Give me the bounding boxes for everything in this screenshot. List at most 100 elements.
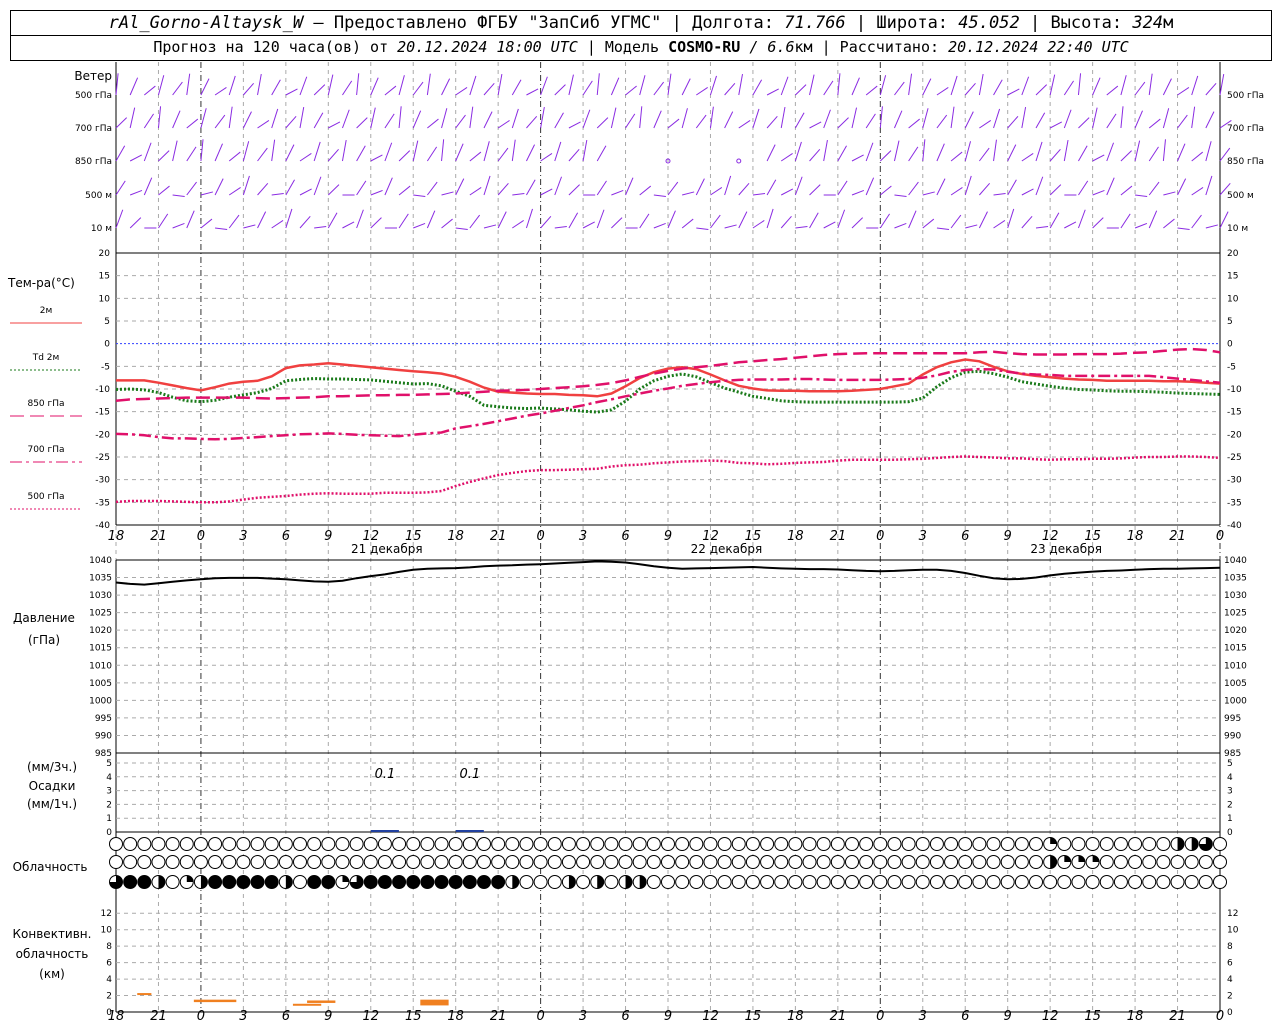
wind-barb bbox=[1148, 146, 1159, 162]
wind-barb bbox=[993, 220, 1006, 229]
wind-barb bbox=[483, 224, 497, 229]
cloud-cover-circle bbox=[377, 837, 392, 851]
wind-barb bbox=[738, 211, 748, 229]
wind-barb bbox=[540, 106, 545, 129]
wind-barb bbox=[441, 218, 453, 229]
cloud-cover-circle bbox=[944, 855, 959, 869]
wind-barb bbox=[257, 73, 262, 96]
time-tick-label-bottom: 3 bbox=[239, 1009, 247, 1024]
cloud-cover-fill bbox=[307, 875, 321, 889]
wind-barb bbox=[809, 184, 821, 196]
wind-barb bbox=[158, 185, 170, 196]
temp-ytick-right: 10 bbox=[1227, 294, 1239, 304]
temp-legend-label: 2м bbox=[40, 306, 53, 316]
wind-barb bbox=[271, 192, 284, 196]
time-tick-label: 18 bbox=[1127, 529, 1144, 544]
cloud-cover-circle bbox=[731, 855, 746, 869]
cloud-cover-circle bbox=[293, 837, 307, 851]
wind-barb bbox=[809, 74, 815, 96]
header-line-1: rAl_Gorno-Altaysk_W – Предоставлено ФГБУ… bbox=[10, 10, 1272, 36]
wind-barb bbox=[356, 73, 360, 96]
wind-barb bbox=[1106, 85, 1119, 96]
lat-value: 45.052 bbox=[958, 13, 1020, 33]
cloud-cover-circle bbox=[774, 837, 789, 851]
wind-barb bbox=[299, 76, 308, 96]
wind-barb bbox=[540, 216, 552, 229]
time-tick-label-bottom: 12 bbox=[1042, 1009, 1059, 1024]
cloud-cover-circle bbox=[293, 875, 307, 889]
wind-barb bbox=[978, 73, 984, 96]
wind-barb bbox=[823, 80, 834, 96]
cloud-cover-fill bbox=[1092, 855, 1100, 862]
cloud-cover-circle bbox=[109, 837, 123, 851]
precip-ylabel-bottom: (мм/1ч.) bbox=[27, 797, 77, 811]
convective-bar bbox=[137, 993, 152, 996]
wind-barb bbox=[370, 107, 376, 129]
time-tick-label: 18 bbox=[447, 529, 464, 544]
wind-barb bbox=[993, 108, 1001, 129]
wind-barb bbox=[724, 111, 734, 129]
wind-barb bbox=[257, 211, 267, 229]
cloud-cover-circle bbox=[307, 837, 322, 851]
wind-barb bbox=[1205, 111, 1215, 129]
wind-barb bbox=[568, 149, 580, 162]
wind-barb bbox=[936, 87, 949, 96]
wind-barb bbox=[172, 81, 183, 96]
wind-barb bbox=[1035, 112, 1046, 129]
cloud-cover-circle bbox=[1184, 855, 1199, 869]
wind-barb bbox=[1092, 107, 1098, 129]
wind-level-label-right: 500 м bbox=[1227, 191, 1254, 201]
wind-barb bbox=[780, 76, 789, 96]
wind-barb bbox=[341, 109, 350, 129]
wind-barb bbox=[526, 88, 539, 96]
wind-barb bbox=[865, 142, 874, 162]
wind-barb bbox=[1134, 110, 1143, 129]
wind-barb bbox=[894, 81, 905, 96]
wind-barb bbox=[398, 106, 402, 129]
wind-barb bbox=[186, 181, 197, 196]
wind-barb bbox=[582, 109, 591, 129]
time-tick-label: 21 bbox=[1169, 529, 1186, 544]
wind-barb bbox=[285, 179, 295, 196]
wind-barb bbox=[978, 147, 990, 162]
wind-barb bbox=[639, 75, 646, 96]
wind-barb bbox=[681, 108, 688, 129]
cloud-cover-circle bbox=[1057, 875, 1072, 889]
temp-ytick-right: 20 bbox=[1227, 249, 1239, 259]
pressure-ytick-right: 1015 bbox=[1224, 644, 1247, 654]
wind-barb bbox=[1134, 140, 1141, 162]
cloud-cover-circle bbox=[604, 837, 619, 851]
cloud-cover-circle bbox=[335, 855, 350, 869]
cloud-cover-circle bbox=[165, 837, 180, 851]
time-tick-label: 18 bbox=[108, 529, 125, 544]
cloud-cover-circle bbox=[250, 837, 265, 851]
cloud-cover-circle bbox=[632, 855, 647, 869]
temp-ytick-right: -15 bbox=[1227, 408, 1242, 418]
wind-level-label: 500 м bbox=[85, 191, 112, 201]
wind-barb bbox=[1177, 178, 1187, 196]
cloud-cover-circle bbox=[830, 855, 845, 869]
cloud-cover-circle bbox=[392, 837, 407, 851]
cloud-cover-circle bbox=[859, 855, 874, 869]
cloud-cover-circle bbox=[859, 875, 874, 889]
temp-legend-label: 500 гПа bbox=[27, 492, 64, 502]
cloud-cover-circle bbox=[1128, 875, 1143, 889]
wind-barb bbox=[837, 209, 846, 229]
cloud-cover-fill bbox=[285, 875, 293, 889]
wind-barb bbox=[271, 220, 284, 229]
wind-barb bbox=[780, 153, 793, 162]
time-tick-label-bottom: 0 bbox=[536, 1009, 544, 1024]
wind-barb bbox=[894, 222, 907, 229]
cloud-cover-circle bbox=[208, 837, 223, 851]
wind-barb bbox=[710, 214, 721, 229]
wind-barb bbox=[540, 76, 548, 96]
wind-barb bbox=[568, 74, 574, 96]
cloud-cover-circle bbox=[448, 855, 463, 869]
resolution-unit: км bbox=[794, 38, 813, 56]
time-tick-label-bottom: 21 bbox=[830, 1009, 847, 1024]
wind-level-label: 700 гПа bbox=[75, 124, 112, 134]
time-tick-label-bottom: 18 bbox=[1127, 1009, 1144, 1024]
wind-barb bbox=[936, 227, 950, 231]
wind-barb bbox=[993, 139, 997, 162]
wind-barb bbox=[851, 154, 864, 162]
